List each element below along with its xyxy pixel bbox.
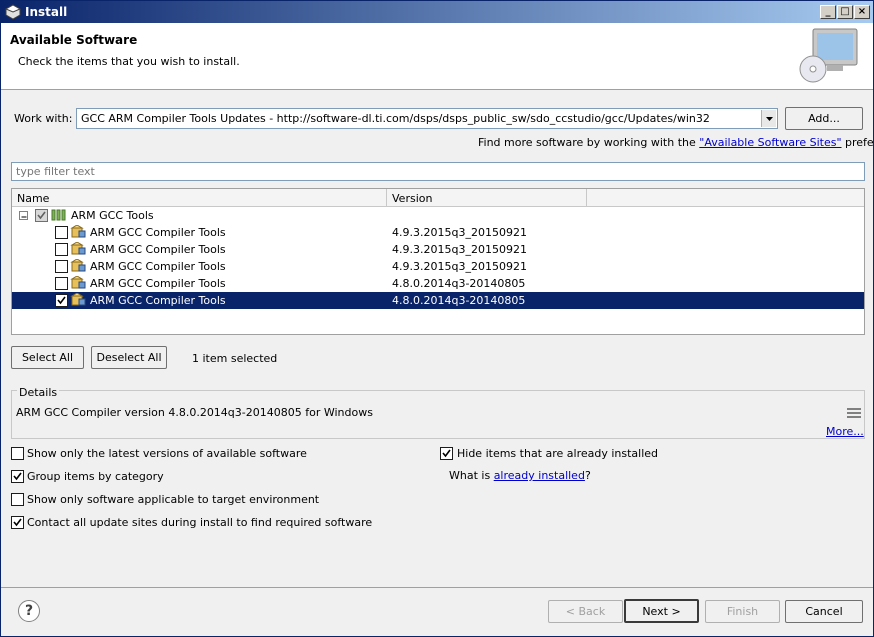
eclipse-app-icon — [5, 4, 21, 20]
row-version: 4.8.0.2014q3-20140805 — [392, 294, 526, 307]
row-checkbox[interactable] — [55, 260, 68, 273]
find-more-suffix: preferences. — [845, 136, 874, 149]
row-checkbox[interactable] — [55, 277, 68, 290]
selection-status: 1 item selected — [192, 352, 278, 365]
tree-category-row[interactable]: ARM GCC Tools — [12, 207, 864, 224]
row-name: ARM GCC Compiler Tools — [90, 260, 226, 273]
table-row[interactable]: ARM GCC Compiler Tools 4.9.3.2015q3_2015… — [12, 224, 864, 241]
more-link[interactable]: More... — [826, 425, 864, 438]
target-env-label[interactable]: Show only software applicable to target … — [27, 493, 319, 506]
what-is-prefix: What is — [449, 469, 494, 482]
feature-icon — [70, 259, 86, 272]
category-checkbox[interactable] — [35, 209, 48, 222]
install-wizard-icon — [799, 28, 858, 83]
row-name: ARM GCC Compiler Tools — [90, 277, 226, 290]
finish-button[interactable]: Finish — [705, 600, 780, 623]
hide-installed-label[interactable]: Hide items that are already installed — [457, 447, 658, 460]
cancel-button[interactable]: Cancel — [785, 600, 863, 623]
work-with-label: Work with: — [14, 112, 73, 125]
target-env-checkbox[interactable] — [11, 493, 24, 506]
resize-handle-icon[interactable] — [847, 407, 861, 419]
row-name: ARM GCC Compiler Tools — [90, 226, 226, 239]
row-version: 4.9.3.2015q3_20150921 — [392, 226, 527, 239]
hide-installed-checkbox[interactable] — [440, 447, 453, 460]
contact-sites-checkbox[interactable] — [11, 516, 24, 529]
feature-icon — [70, 225, 86, 238]
window-title: Install — [25, 5, 68, 19]
table-row[interactable]: ARM GCC Compiler Tools 4.9.3.2015q3_2015… — [12, 241, 864, 258]
footer-divider — [1, 587, 873, 588]
feature-icon — [70, 293, 86, 306]
already-installed-link[interactable]: already installed — [494, 469, 585, 482]
row-name: ARM GCC Compiler Tools — [90, 243, 226, 256]
select-all-button[interactable]: Select All — [11, 346, 84, 369]
group-by-category-label[interactable]: Group items by category — [27, 470, 164, 483]
row-checkbox[interactable] — [55, 243, 68, 256]
work-with-value: GCC ARM Compiler Tools Updates - http://… — [81, 112, 710, 125]
collapse-icon[interactable] — [19, 211, 28, 220]
contact-sites-label[interactable]: Contact all update sites during install … — [27, 516, 372, 529]
what-is-installed-text: What is already installed? — [449, 469, 591, 482]
feature-icon — [70, 242, 86, 255]
software-tree[interactable]: Name Version ARM GCC Tools ARM GCC Compi… — [11, 188, 865, 335]
what-is-suffix: ? — [584, 469, 591, 482]
details-text: ARM GCC Compiler version 4.8.0.2014q3-20… — [16, 406, 373, 419]
install-dialog: Install _ □ × Available Software Check t… — [0, 0, 874, 637]
available-software-sites-link[interactable]: "Available Software Sites" — [699, 136, 841, 149]
title-bar[interactable]: Install _ □ × — [1, 1, 873, 23]
row-version: 4.9.3.2015q3_20150921 — [392, 260, 527, 273]
page-title: Available Software — [10, 33, 138, 47]
wizard-header: Available Software Check the items that … — [1, 23, 873, 90]
row-version: 4.9.3.2015q3_20150921 — [392, 243, 527, 256]
row-checkbox-checked[interactable] — [55, 294, 68, 307]
help-icon[interactable]: ? — [18, 600, 40, 622]
table-row-selected[interactable]: ARM GCC Compiler Tools 4.8.0.2014q3-2014… — [12, 292, 864, 309]
latest-only-label[interactable]: Show only the latest versions of availab… — [27, 447, 307, 460]
row-name: ARM GCC Compiler Tools — [90, 294, 226, 307]
row-version: 4.8.0.2014q3-20140805 — [392, 277, 526, 290]
table-row[interactable]: ARM GCC Compiler Tools 4.8.0.2014q3-2014… — [12, 275, 864, 292]
row-checkbox[interactable] — [55, 226, 68, 239]
filter-input[interactable] — [12, 163, 864, 180]
back-button[interactable]: < Back — [548, 600, 623, 623]
filter-field[interactable] — [11, 162, 865, 181]
column-version[interactable]: Version — [387, 189, 587, 207]
find-more-prefix: Find more software by working with the — [478, 136, 700, 149]
details-group: ARM GCC Compiler version 4.8.0.2014q3-20… — [11, 390, 865, 439]
add-site-button[interactable]: Add... — [785, 107, 863, 130]
table-row[interactable]: ARM GCC Compiler Tools 4.9.3.2015q3_2015… — [12, 258, 864, 275]
deselect-all-button[interactable]: Deselect All — [91, 346, 167, 369]
details-label: Details — [17, 386, 60, 399]
column-name[interactable]: Name — [12, 189, 387, 207]
next-button[interactable]: Next > — [624, 599, 699, 623]
work-with-combo[interactable]: GCC ARM Compiler Tools Updates - http://… — [76, 108, 778, 129]
find-more-text: Find more software by working with the "… — [478, 136, 874, 149]
maximize-button[interactable]: □ — [837, 5, 853, 19]
category-icon — [51, 209, 66, 221]
latest-only-checkbox[interactable] — [11, 447, 24, 460]
feature-icon — [70, 276, 86, 289]
close-button[interactable]: × — [854, 5, 870, 19]
page-description: Check the items that you wish to install… — [18, 55, 240, 68]
dropdown-arrow-icon[interactable] — [761, 110, 776, 127]
tree-header: Name Version — [12, 189, 864, 207]
minimize-button[interactable]: _ — [820, 5, 836, 19]
group-by-category-checkbox[interactable] — [11, 470, 24, 483]
category-name: ARM GCC Tools — [71, 209, 154, 222]
